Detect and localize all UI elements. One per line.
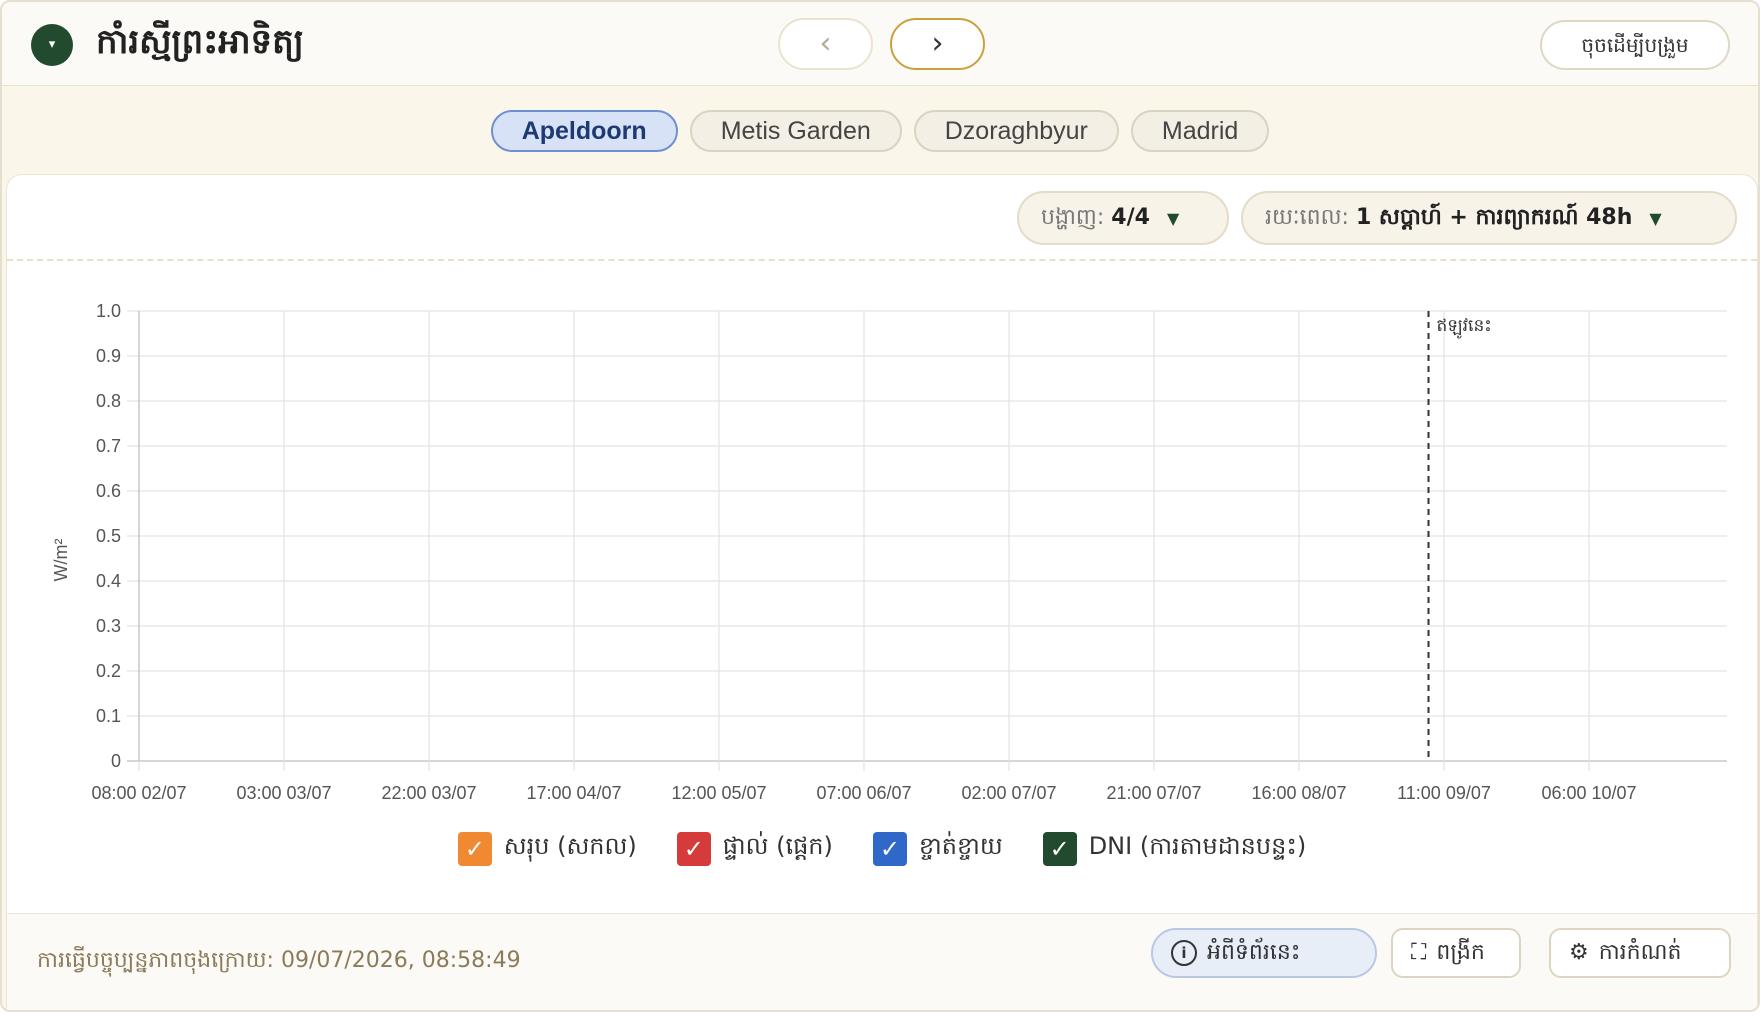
info-icon: i xyxy=(1171,940,1197,966)
chart-legend: ✓ សរុប (សកល) ✓ ផ្ទាល់ (ផ្តេក) ✓ ខ្ចាត់ខ្ចាយ… xyxy=(7,831,1757,866)
legend-item-total[interactable]: ✓ សរុប (សកល) xyxy=(457,831,637,866)
x-tick-label: 02:00 07/07 xyxy=(961,783,1056,803)
y-tick-label: 1.0 xyxy=(96,301,121,321)
y-tick-label: 0.6 xyxy=(96,481,121,501)
x-tick-label: 17:00 04/07 xyxy=(526,783,621,803)
series-visibility-dropdown[interactable]: បង្ហាញ: 4/4 ▼ xyxy=(1017,191,1229,245)
chevron-left-icon: ‹ xyxy=(819,26,832,61)
y-tick-label: 0.4 xyxy=(96,571,121,591)
legend-label: ខ្ចាត់ខ្ចាយ xyxy=(918,832,1003,860)
y-tick-label: 0 xyxy=(111,751,121,771)
checkbox-icon[interactable]: ✓ xyxy=(457,831,492,866)
previous-button[interactable]: ‹ xyxy=(778,18,873,70)
about-button[interactable]: i អំពីទំព័រនេះ xyxy=(1151,928,1377,978)
chart-card: បង្ហាញ: 4/4 ▼ រយៈពេល: 1 សប្តាហ៍ + ការព្យ… xyxy=(6,174,1758,1010)
x-tick-label: 06:00 10/07 xyxy=(1541,783,1636,803)
card-footer: ការធ្វើបច្ចុប្បន្នភាពចុងក្រោយ: 09/07/202… xyxy=(7,913,1757,1010)
y-tick-label: 0.2 xyxy=(96,661,121,681)
header-bar: ▾ កាំរស្មីព្រះអាទិត្យ ‹ › ចុចដើម្បីបង្រួ… xyxy=(2,2,1758,86)
x-tick-label: 16:00 08/07 xyxy=(1251,783,1346,803)
series-visibility-label: បង្ហាញ: xyxy=(1041,205,1105,230)
checkbox-icon[interactable]: ✓ xyxy=(1042,831,1077,866)
x-tick-label: 22:00 03/07 xyxy=(381,783,476,803)
tab-dzoraghbyur[interactable]: Dzoraghbyur xyxy=(913,110,1119,152)
y-tick-label: 0.8 xyxy=(96,391,121,411)
fullscreen-button[interactable]: ⛶ ពង្រីក xyxy=(1391,928,1521,978)
tab-apeldoorn[interactable]: Apeldoorn xyxy=(490,110,678,152)
x-tick-label: 11:00 09/07 xyxy=(1397,783,1491,803)
x-tick-label: 12:00 05/07 xyxy=(671,783,766,803)
widget-frame: ▾ កាំរស្មីព្រះអាទិត្យ ‹ › ចុចដើម្បីបង្រួ… xyxy=(0,0,1760,1012)
y-tick-label: 0.5 xyxy=(96,526,121,546)
legend-item-diffuse[interactable]: ✓ ខ្ចាត់ខ្ចាយ xyxy=(872,831,1003,866)
legend-label: DNI (ការតាមដានបន្ទះ) xyxy=(1088,832,1307,860)
fullscreen-label: ពង្រីក xyxy=(1436,940,1485,965)
y-tick-label: 0.1 xyxy=(96,706,121,726)
chart-area: 0 0.1 0.2 0.3 0.4 0.5 0.6 0.7 0.8 0.9 1.0 08:00 02… xyxy=(7,275,1757,885)
checkbox-icon[interactable]: ✓ xyxy=(872,831,907,866)
x-tick-label: 07:00 06/07 xyxy=(816,783,911,803)
checkbox-icon[interactable]: ✓ xyxy=(676,831,711,866)
y-tick-label: 0.9 xyxy=(96,346,121,366)
settings-button[interactable]: ⚙ ការកំណត់ xyxy=(1549,928,1731,978)
collapse-button[interactable]: ចុចដើម្បីបង្រួម xyxy=(1540,20,1730,70)
chevron-right-icon: › xyxy=(931,26,944,61)
series-visibility-value: 4/4 xyxy=(1111,205,1150,230)
irradiance-chart: 0 0.1 0.2 0.3 0.4 0.5 0.6 0.7 0.8 0.9 1.0 08:00 02… xyxy=(51,301,1727,803)
legend-label: ផ្ទាល់ (ផ្តេក) xyxy=(722,832,833,860)
collapse-toggle-button[interactable]: ▾ xyxy=(31,24,73,66)
chart-toolbar: បង្ហាញ: 4/4 ▼ រយៈពេល: 1 សប្តាហ៍ + ការព្យ… xyxy=(7,175,1757,261)
y-axis-label: W/m² xyxy=(51,539,71,582)
time-range-dropdown[interactable]: រយៈពេល: 1 សប្តាហ៍ + ការព្យាករណ៍ 48h ▼ xyxy=(1241,191,1737,245)
time-range-value: 1 សប្តាហ៍ + ការព្យាករណ៍ 48h xyxy=(1355,205,1633,230)
x-tick-label: 08:00 02/07 xyxy=(91,783,186,803)
legend-item-dni[interactable]: ✓ DNI (ការតាមដានបន្ទះ) xyxy=(1042,831,1307,866)
app-title: កាំរស្មីព្រះអាទិត្យ xyxy=(96,22,304,62)
location-tabs: Apeldoorn Metis Garden Dzoraghbyur Madri… xyxy=(2,110,1758,152)
time-range-label: រយៈពេល: xyxy=(1265,205,1349,230)
last-updated-text: ការធ្វើបច្ចុប្បន្នភាពចុងក្រោយ: 09/07/202… xyxy=(37,948,521,973)
fullscreen-icon: ⛶ xyxy=(1411,940,1427,965)
y-tick-label: 0.7 xyxy=(96,436,121,456)
now-marker-label: ឥឡូវនេះ xyxy=(1437,316,1492,339)
next-button[interactable]: › xyxy=(890,18,985,70)
chevron-down-icon: ▾ xyxy=(48,37,56,52)
tab-madrid[interactable]: Madrid xyxy=(1130,110,1270,152)
legend-item-direct[interactable]: ✓ ផ្ទាល់ (ផ្តេក) xyxy=(676,831,833,866)
x-tick-label: 03:00 03/07 xyxy=(236,783,331,803)
tab-metis-garden[interactable]: Metis Garden xyxy=(689,110,902,152)
gear-icon: ⚙ xyxy=(1569,940,1589,965)
caret-down-icon: ▼ xyxy=(1649,209,1662,228)
legend-label: សរុប (សកល) xyxy=(503,832,637,860)
settings-label: ការកំណត់ xyxy=(1598,940,1682,965)
caret-down-icon: ▼ xyxy=(1166,209,1180,228)
about-label: អំពីទំព័រនេះ xyxy=(1207,940,1301,965)
y-tick-label: 0.3 xyxy=(96,616,121,636)
x-tick-label: 21:00 07/07 xyxy=(1106,783,1201,803)
